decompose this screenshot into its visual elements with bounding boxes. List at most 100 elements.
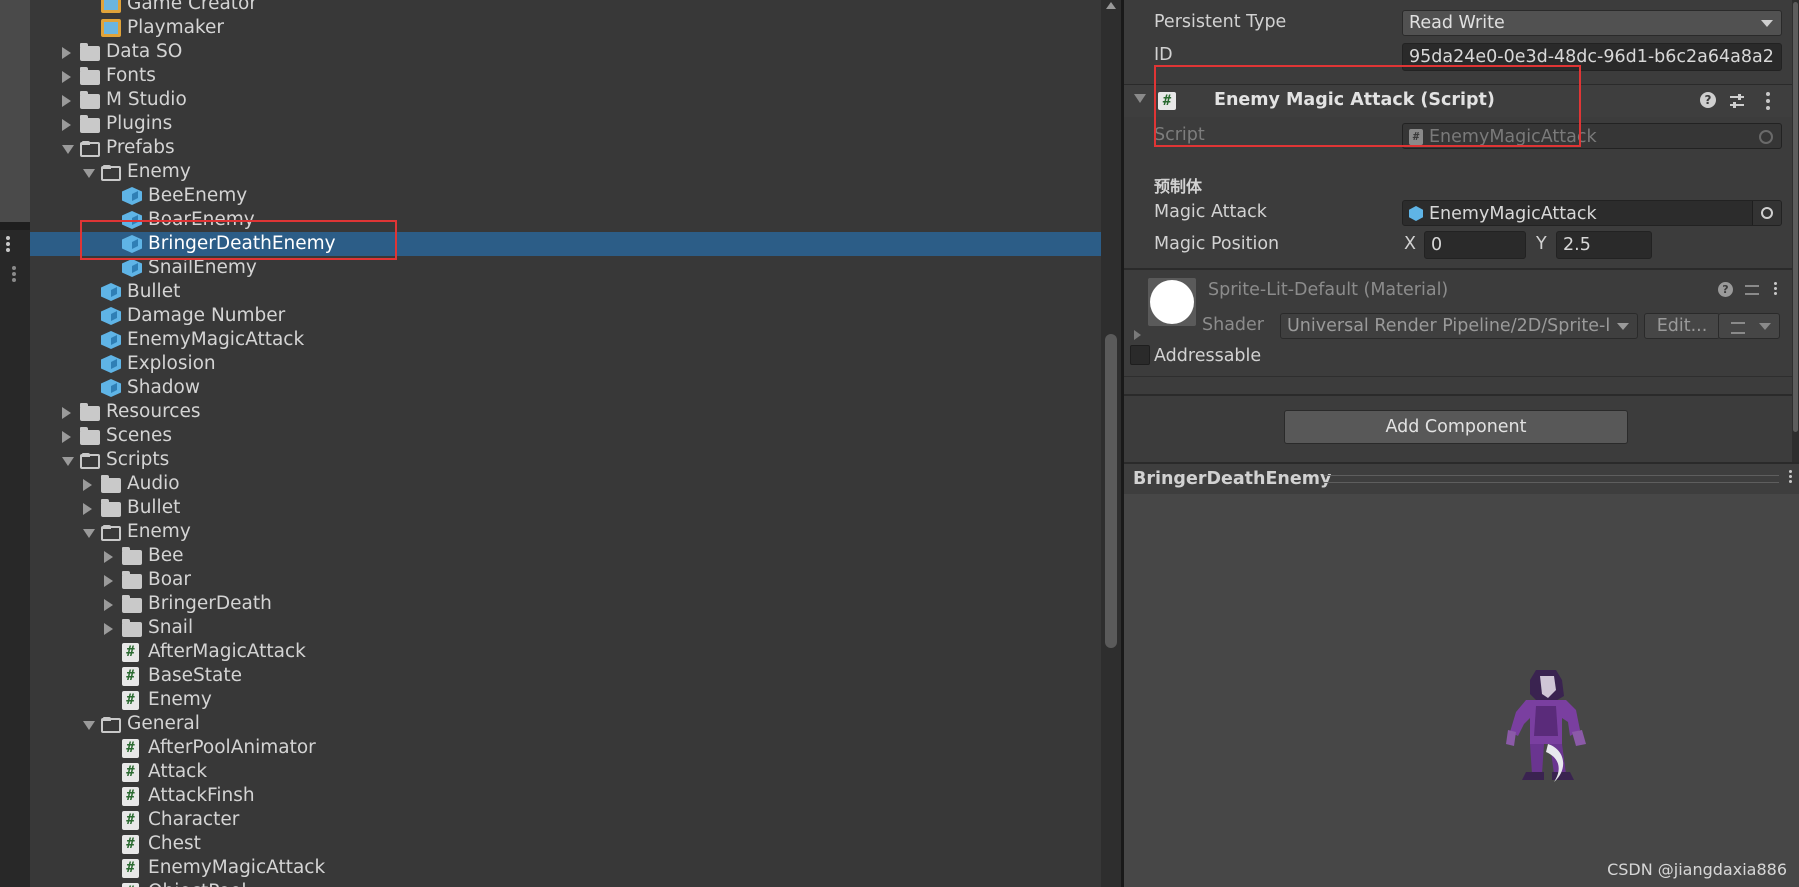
expand-arrow-right-icon[interactable] xyxy=(62,95,71,107)
component-header-enemy-magic-attack[interactable]: # Enemy Magic Attack (Script) ? xyxy=(1124,84,1792,117)
expand-arrow-right-icon[interactable] xyxy=(62,119,71,131)
magic-attack-field[interactable]: EnemyMagicAttack xyxy=(1402,200,1782,226)
add-component-button[interactable]: Add Component xyxy=(1284,410,1628,444)
tree-item[interactable]: # BaseState xyxy=(30,664,1101,688)
y-label: Y xyxy=(1536,234,1547,254)
material-preset-icon[interactable] xyxy=(1744,282,1760,298)
tree-item-label: Chest xyxy=(148,833,201,854)
folder-icon xyxy=(80,427,100,445)
y-field[interactable]: 2.5 xyxy=(1556,231,1652,259)
tree-item[interactable]: # Chest xyxy=(30,832,1101,856)
tree-item[interactable]: Prefabs xyxy=(30,136,1101,160)
tree-item[interactable]: # EnemyMagicAttack xyxy=(30,856,1101,880)
expand-arrow-down-icon[interactable] xyxy=(62,145,74,154)
tree-item[interactable]: BoarEnemy xyxy=(30,208,1101,232)
shader-dropdown[interactable]: Universal Render Pipeline/2D/Sprite-l xyxy=(1280,313,1638,339)
tree-item[interactable]: Plugins xyxy=(30,112,1101,136)
tree-item[interactable]: Boar xyxy=(30,568,1101,592)
tree-item[interactable]: # AfterPoolAnimator xyxy=(30,736,1101,760)
tree-item[interactable]: # Enemy xyxy=(30,688,1101,712)
help-icon[interactable]: ? xyxy=(1700,92,1716,108)
expand-arrow-right-icon[interactable] xyxy=(62,47,71,59)
preset-settings-icon[interactable] xyxy=(1728,92,1746,110)
tree-item[interactable]: Enemy xyxy=(30,160,1101,184)
tree-item[interactable]: BeeEnemy xyxy=(30,184,1101,208)
tree-item[interactable]: EnemyMagicAttack xyxy=(30,328,1101,352)
x-field[interactable]: 0 xyxy=(1424,231,1526,259)
project-scrollbar[interactable] xyxy=(1101,0,1121,887)
object-picker-icon[interactable] xyxy=(1752,201,1781,225)
more-options-icon[interactable] xyxy=(6,236,12,254)
expand-arrow-down-icon[interactable] xyxy=(83,169,95,178)
expand-arrow-right-icon[interactable] xyxy=(62,407,71,419)
tree-item[interactable]: Enemy xyxy=(30,520,1101,544)
tree-item[interactable]: # AttackFinsh xyxy=(30,784,1101,808)
tree-item[interactable]: Resources xyxy=(30,400,1101,424)
foldout-icon[interactable] xyxy=(1134,94,1146,103)
tree-item[interactable]: General xyxy=(30,712,1101,736)
tree-item[interactable]: Damage Number xyxy=(30,304,1101,328)
asset-preview[interactable]: CSDN @jiangdaxia886 xyxy=(1124,494,1799,887)
preview-drag-handle[interactable] xyxy=(1324,475,1779,483)
tree-item-selected[interactable]: BringerDeathEnemy xyxy=(30,232,1101,256)
tree-item[interactable]: # Character xyxy=(30,808,1101,832)
expand-arrow-down-icon[interactable] xyxy=(83,721,95,730)
tree-item[interactable]: Playmaker xyxy=(30,16,1101,40)
tree-item[interactable]: Bullet xyxy=(30,496,1101,520)
tree-item[interactable]: M Studio xyxy=(30,88,1101,112)
magic-position-label: Magic Position xyxy=(1154,234,1280,254)
edit-shader-button[interactable]: Edit... xyxy=(1644,313,1720,339)
expand-arrow-down-icon[interactable] xyxy=(83,529,95,538)
tree-item[interactable]: BringerDeath xyxy=(30,592,1101,616)
material-foldout-icon[interactable] xyxy=(1134,330,1141,340)
section-divider xyxy=(1124,394,1792,396)
tree-item-label: Bee xyxy=(148,545,184,566)
expand-arrow-right-icon[interactable] xyxy=(62,431,71,443)
inspector-scrollbar[interactable] xyxy=(1792,0,1799,462)
tree-item[interactable]: # AfterMagicAttack xyxy=(30,640,1101,664)
scrollbar-thumb[interactable] xyxy=(1105,334,1117,648)
expand-arrow-right-icon[interactable] xyxy=(104,551,113,563)
expand-arrow-right-icon[interactable] xyxy=(83,503,92,515)
persistent-type-dropdown[interactable]: Read Write xyxy=(1402,10,1782,36)
tree-item[interactable]: Data SO xyxy=(30,40,1101,64)
scroll-up-icon[interactable] xyxy=(1106,2,1116,9)
expand-arrow-right-icon[interactable] xyxy=(104,623,113,635)
addressable-checkbox[interactable] xyxy=(1130,345,1150,365)
tree-item[interactable]: Game Creator xyxy=(30,0,1101,16)
shader-options-button[interactable] xyxy=(1718,313,1780,339)
tree-item[interactable]: Audio xyxy=(30,472,1101,496)
tree-item-label: Explosion xyxy=(127,353,216,374)
material-help-icon[interactable]: ? xyxy=(1718,282,1733,297)
tree-item[interactable]: Bee xyxy=(30,544,1101,568)
preview-menu-icon[interactable] xyxy=(1789,470,1795,490)
folder-open-icon xyxy=(80,141,100,157)
id-field[interactable]: 95da24e0-0e3d-48dc-96d1-b6c2a64a8a2 xyxy=(1402,43,1782,71)
scrollbar-thumb[interactable] xyxy=(1793,2,1798,432)
tree-item-label: BoarEnemy xyxy=(148,209,255,230)
expand-arrow-right-icon[interactable] xyxy=(62,71,71,83)
folder-icon xyxy=(122,595,142,613)
component-menu-icon[interactable] xyxy=(1766,92,1772,112)
chevron-down-icon xyxy=(1761,20,1773,27)
tree-item[interactable]: SnailEnemy xyxy=(30,256,1101,280)
tree-item[interactable]: Shadow xyxy=(30,376,1101,400)
tree-item[interactable]: Scripts xyxy=(30,448,1101,472)
material-menu-icon[interactable] xyxy=(1774,282,1780,302)
tree-item[interactable]: # ObjectPool xyxy=(30,880,1101,887)
expand-arrow-right-icon[interactable] xyxy=(104,575,113,587)
expand-arrow-right-icon[interactable] xyxy=(104,599,113,611)
tree-item-label: Bullet xyxy=(127,497,181,518)
tree-item[interactable]: # Attack xyxy=(30,760,1101,784)
scene-view-edge xyxy=(0,0,30,222)
tree-item[interactable]: Fonts xyxy=(30,64,1101,88)
tree-item-label: Fonts xyxy=(106,65,156,86)
tree-item[interactable]: Explosion xyxy=(30,352,1101,376)
tree-item[interactable]: Bullet xyxy=(30,280,1101,304)
tree-item[interactable]: Scenes xyxy=(30,424,1101,448)
prefab-icon xyxy=(101,379,121,397)
expand-arrow-right-icon[interactable] xyxy=(83,479,92,491)
tree-item[interactable]: Snail xyxy=(30,616,1101,640)
expand-arrow-down-icon[interactable] xyxy=(62,457,74,466)
more-options-icon[interactable] xyxy=(12,266,18,284)
